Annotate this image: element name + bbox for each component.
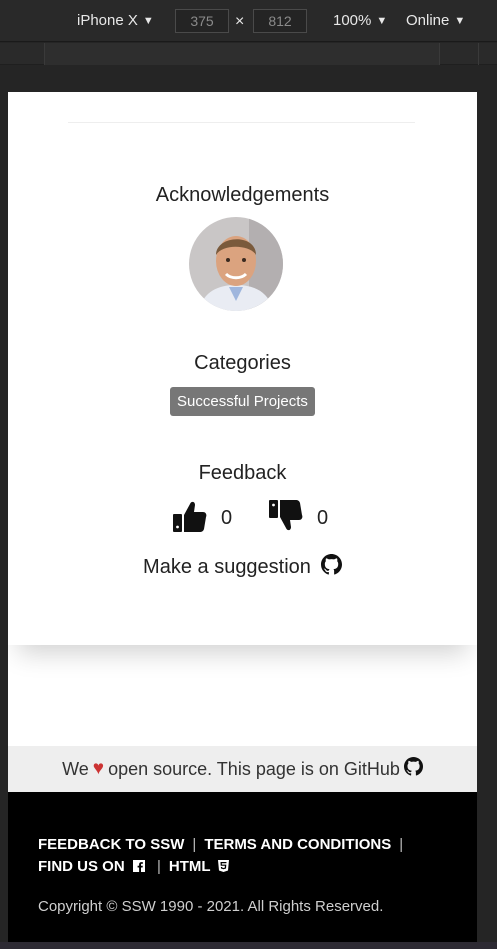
site-footer: FEEDBACK TO SSW | TERMS AND CONDITIONS | FI… [8, 792, 477, 942]
github-icon [320, 554, 342, 581]
thumbs-up-icon [171, 498, 207, 539]
width-input[interactable]: 375 [175, 9, 229, 33]
footer-separator: | [157, 858, 161, 875]
network-throttle-select[interactable]: Online ▼ [406, 12, 465, 29]
network-label: Online [406, 12, 450, 29]
device-select[interactable]: iPhone X ▼ [77, 12, 154, 29]
chevron-down-icon: ▼ [454, 14, 466, 27]
feedback-to-ssw-link[interactable]: FEEDBACK TO SSW [38, 836, 184, 853]
find-us-label: FIND US ON [38, 858, 125, 875]
make-suggestion-link[interactable]: Make a suggestion [8, 554, 477, 581]
avatar-photo [189, 217, 283, 311]
facebook-icon [132, 857, 145, 879]
devtools-toolbar: iPhone X ▼ 375 × 812 100% ▼ Online ▼ [0, 0, 497, 42]
media-query-marker [478, 43, 479, 65]
open-source-banner: We ♥ open source. This page is on GitHub [8, 746, 477, 792]
height-input[interactable]: 812 [253, 9, 307, 33]
divider [68, 122, 415, 123]
like-count: 0 [221, 507, 233, 529]
media-query-segment[interactable] [44, 43, 440, 65]
github-icon[interactable] [403, 757, 423, 781]
banner-github-link[interactable]: open source. This page is on GitHub [108, 759, 400, 780]
window-bottom-edge [0, 942, 497, 949]
category-badge[interactable]: Successful Projects [170, 387, 315, 416]
avatar[interactable] [189, 217, 283, 311]
terms-link[interactable]: TERMS AND CONDITIONS [204, 836, 391, 853]
acknowledgements-heading: Acknowledgements [155, 184, 330, 206]
dislike-count: 0 [317, 507, 329, 529]
footer-links: FEEDBACK TO SSW | TERMS AND CONDITIONS | FI… [38, 834, 458, 879]
like-button[interactable]: 0 [171, 498, 232, 539]
media-query-bar [0, 43, 497, 65]
thumbs-down-icon [267, 498, 303, 539]
html-link[interactable]: HTML [169, 858, 230, 875]
dislike-button[interactable]: 0 [267, 498, 328, 539]
html5-icon [218, 857, 230, 879]
copyright-text: Copyright © SSW 1990 - 2021. All Rights … [38, 898, 384, 915]
html-label: HTML [168, 858, 211, 875]
categories-heading: Categories [194, 352, 291, 374]
content-card: Acknowledgements Categories Successful P… [8, 92, 477, 645]
banner-prefix: We [62, 758, 89, 779]
dimension-separator: × [235, 13, 245, 30]
find-us-on-link[interactable]: FIND US ON [38, 858, 149, 875]
zoom-label: 100% [333, 12, 372, 29]
chevron-down-icon: ▼ [142, 14, 154, 27]
feedback-heading: Feedback [198, 462, 287, 484]
device-viewport: Acknowledgements Categories Successful P… [8, 92, 477, 942]
chevron-down-icon: ▼ [376, 14, 388, 27]
device-label: iPhone X [77, 12, 138, 29]
footer-separator: | [192, 836, 197, 853]
heart-icon: ♥ [92, 758, 105, 779]
suggestion-label: Make a suggestion [143, 556, 311, 578]
zoom-select[interactable]: 100% ▼ [333, 12, 387, 29]
footer-separator: | [399, 836, 404, 853]
